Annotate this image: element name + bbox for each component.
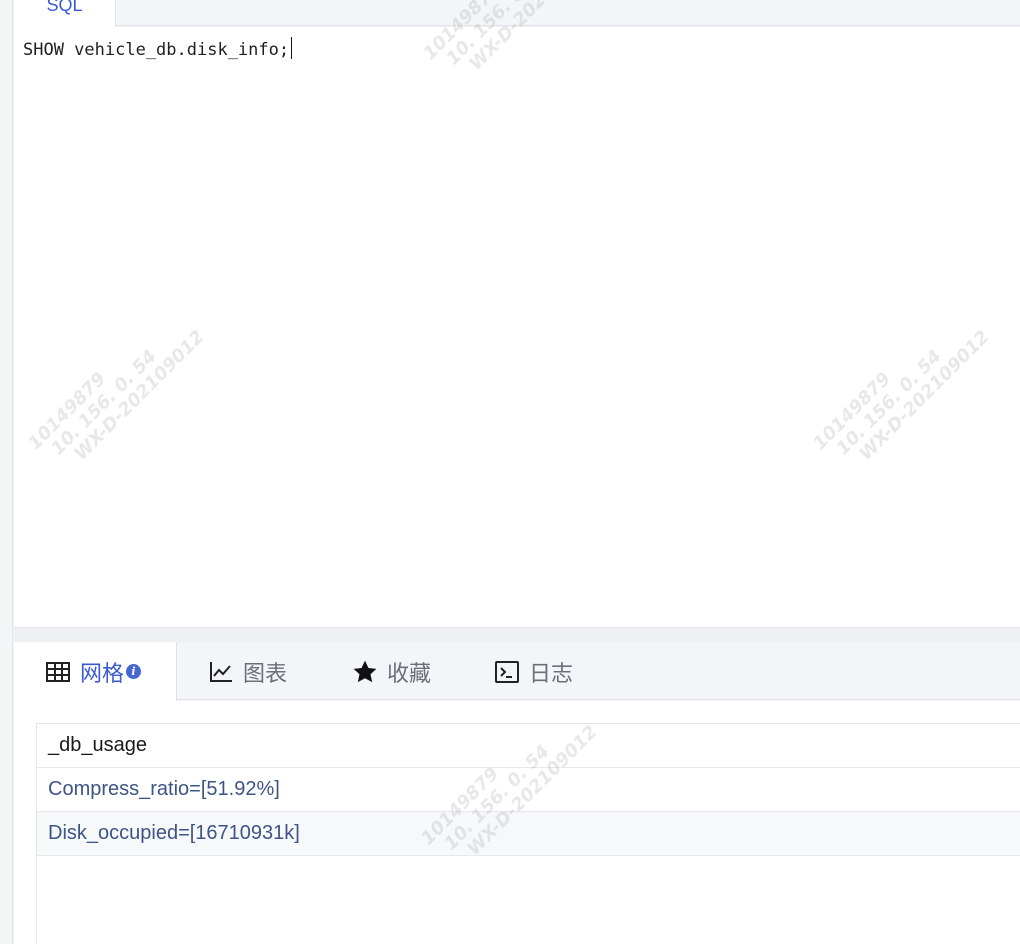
tab-log-label: 日志 (529, 660, 574, 686)
code-line[interactable]: SHOW vehicle_db.disk_info; (23, 37, 293, 60)
result-tab-bar: 网格 i 图表 收藏 日志 (14, 642, 1020, 701)
table-row[interactable]: Compress_ratio=[51.92%] (37, 768, 1020, 812)
sql-workbench: SQL SHOW vehicle_db.disk_info; 网格 i 图表 收… (0, 0, 1020, 944)
cell-value: Compress_ratio=[51.92%] (48, 778, 280, 800)
line-chart-icon (208, 659, 234, 685)
result-panel: _db_usage Compress_ratio=[51.92%] Disk_o… (14, 701, 1020, 944)
pane-splitter[interactable] (14, 627, 1020, 642)
tab-sql[interactable]: SQL (14, 0, 116, 27)
table-row[interactable]: Disk_occupied=[16710931k] (37, 812, 1020, 856)
tab-favorites-label: 收藏 (387, 660, 432, 686)
table-grid-icon (45, 659, 71, 685)
tab-chart-label: 图表 (243, 660, 288, 686)
left-gutter (0, 0, 13, 944)
cell-value: Disk_occupied=[16710931k] (48, 822, 300, 844)
text-caret (291, 37, 293, 59)
tab-favorites[interactable]: 收藏 (352, 642, 431, 701)
tab-log[interactable]: 日志 (494, 642, 573, 701)
tab-grid-label: 网格 (80, 660, 125, 686)
sql-statement: SHOW vehicle_db.disk_info; (23, 40, 290, 60)
info-icon[interactable]: i (126, 664, 142, 679)
result-grid: _db_usage Compress_ratio=[51.92%] Disk_o… (36, 723, 1020, 944)
tab-chart[interactable]: 图表 (208, 642, 287, 701)
star-icon (352, 659, 378, 685)
column-header-label: _db_usage (48, 734, 147, 756)
column-header[interactable]: _db_usage (37, 724, 1020, 768)
terminal-icon (494, 659, 520, 685)
sql-editor[interactable]: SHOW vehicle_db.disk_info; (14, 27, 1020, 627)
tab-grid[interactable]: 网格 i (14, 642, 177, 701)
editor-tab-bar: SQL (14, 0, 1020, 27)
